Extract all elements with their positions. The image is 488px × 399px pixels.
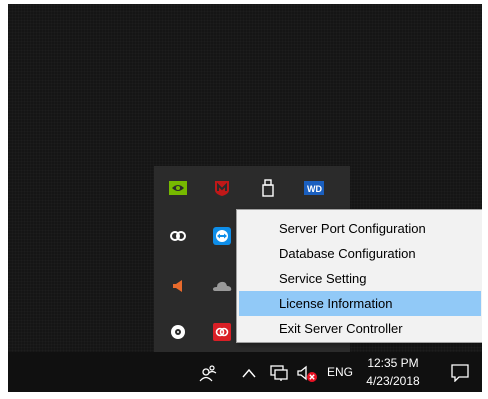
menu-item-service-setting[interactable]: Service Setting [239, 266, 481, 291]
usb-drive-icon[interactable] [258, 178, 278, 198]
volume-muted-icon[interactable] [297, 365, 319, 383]
network-icon[interactable] [270, 365, 288, 381]
clock-time: 12:35 PM [367, 356, 419, 370]
language-indicator[interactable]: ENG [327, 365, 353, 379]
action-center-icon[interactable] [451, 364, 469, 382]
chevron-up-icon[interactable] [242, 368, 256, 378]
clock[interactable]: 12:35 PM 4/23/2018 [360, 354, 426, 390]
disc-icon[interactable] [168, 322, 188, 342]
adobe-icon[interactable] [212, 322, 232, 342]
people-icon[interactable] [199, 364, 217, 382]
svg-text:WD: WD [307, 184, 322, 194]
creative-cloud-icon[interactable] [168, 226, 188, 246]
audio-icon[interactable] [168, 276, 188, 296]
clock-date: 4/23/2018 [366, 374, 420, 388]
wd-icon[interactable]: WD [304, 178, 324, 198]
taskbar: ENG 12:35 PM 4/23/2018 [8, 352, 482, 392]
menu-item-server-port-configuration[interactable]: Server Port Configuration [239, 216, 481, 241]
teamviewer-icon[interactable] [212, 226, 232, 246]
nvidia-icon[interactable] [168, 178, 188, 198]
menu-item-exit-server-controller[interactable]: Exit Server Controller [239, 316, 481, 341]
menu-item-license-information[interactable]: License Information [239, 291, 481, 316]
mcafee-icon[interactable] [212, 178, 232, 198]
onedrive-icon[interactable] [212, 276, 232, 296]
desktop: WD Server Port Configuration Database Co… [8, 4, 482, 392]
server-context-menu: Server Port Configuration Database Confi… [236, 209, 482, 343]
menu-item-database-configuration[interactable]: Database Configuration [239, 241, 481, 266]
